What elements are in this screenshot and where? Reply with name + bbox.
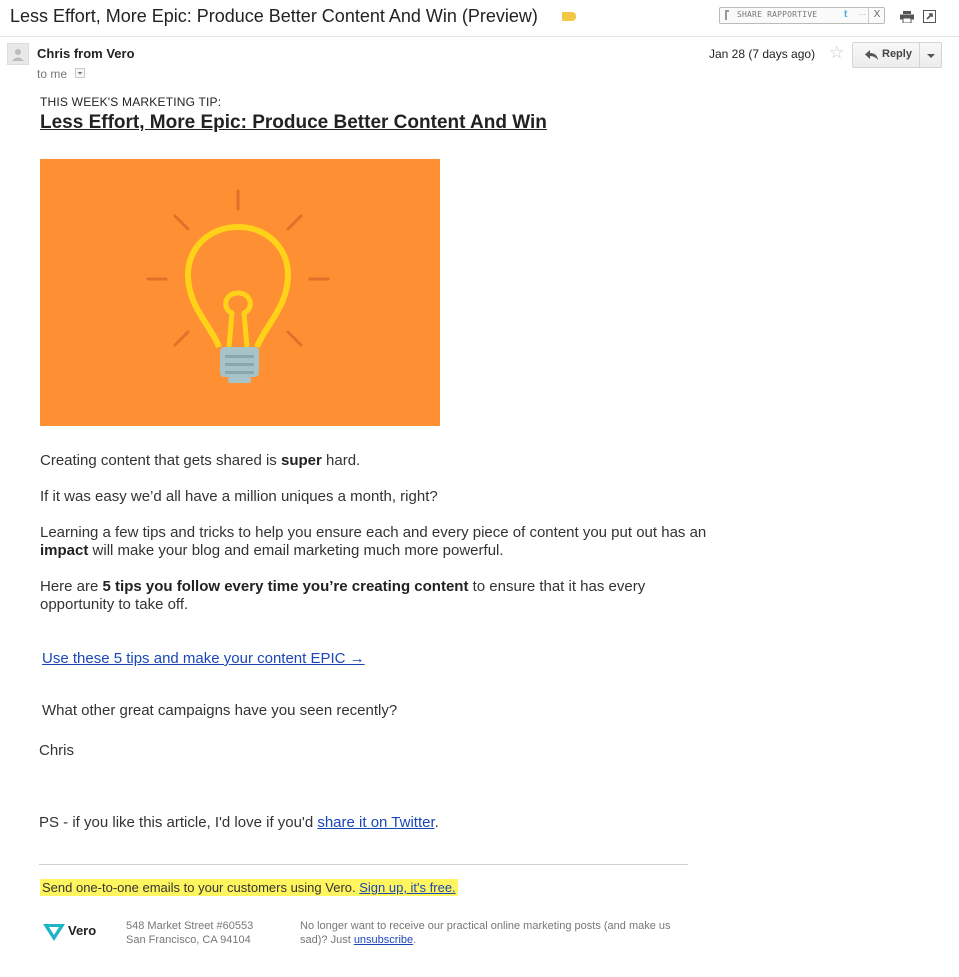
reply-arrow-icon [865,50,878,60]
paragraph-1-end: hard. [321,452,361,469]
signoff: Chris [39,742,75,759]
postscript: PS - if you like this article, I'd love … [39,814,439,831]
more-actions-button[interactable] [919,42,942,68]
question-text: What other great campaigns have you seen… [42,702,398,719]
chevron-down-icon [77,72,83,75]
divider [39,864,688,865]
hero-image [40,159,440,426]
paragraph-3: Learning a few tips and tricks to help y… [40,524,720,560]
paragraph-3-text: Learning a few tips and tricks to help y… [40,524,707,541]
email-subject: Less Effort, More Epic: Produce Better C… [10,6,538,26]
signup-link[interactable]: Sign up, it's free. [359,880,455,895]
star-icon[interactable]: ☆ [829,44,844,62]
subject-bar: Less Effort, More Epic: Produce Better C… [0,0,959,37]
rapportive-share-bar[interactable]: SHARE RAPPORTIVE t ... X [719,7,885,24]
postscript-end: . [434,814,439,831]
unsubscribe-end: . [413,934,417,946]
promo-banner: Send one-to-one emails to your customers… [40,879,458,896]
person-icon [12,49,24,61]
footer-address: 548 Market Street #60553 San Francisco, … [126,919,253,947]
paragraph-4-text: Here are [40,578,103,595]
rapportive-close-button[interactable]: X [868,8,885,23]
paragraph-4: Here are 5 tips you follow every time yo… [40,578,720,614]
share-twitter-link[interactable]: share it on Twitter [317,814,434,831]
lightbulb-icon [146,189,330,383]
label-tag-icon[interactable] [562,12,576,21]
popout-icon[interactable] [923,10,936,23]
promo-text: Send one-to-one emails to your customers… [42,880,360,895]
recipient-details-toggle[interactable] [75,68,85,78]
paragraph-2: If it was easy we’d all have a million u… [40,488,438,505]
chevron-down-icon [927,54,935,58]
twitter-icon[interactable]: t [844,9,847,20]
rapportive-more[interactable]: ... [859,8,866,17]
print-icon[interactable] [900,11,914,23]
email-headline[interactable]: Less Effort, More Epic: Produce Better C… [40,112,547,134]
address-line-2: San Francisco, CA 94104 [126,934,251,946]
rapportive-logo-icon [725,10,729,20]
reply-button[interactable]: Reply [852,42,920,68]
recipient-label: to me [37,67,68,81]
unsubscribe-link[interactable]: unsubscribe [354,934,413,946]
reply-label: Reply [882,48,912,60]
message-date: Jan 28 (7 days ago) [709,47,816,61]
sender-name[interactable]: Chris from Vero [37,46,135,61]
paragraph-1-emphasis: super [280,452,322,469]
address-line-1: 548 Market Street #60553 [126,920,254,932]
paragraph-1: Creating content that gets shared is sup… [40,452,720,470]
cta-link[interactable]: Use these 5 tips and make your content E… [42,650,365,667]
paragraph-3-emphasis: impact [40,542,89,559]
paragraph-3-end: will make your blog and email marketing … [88,542,504,559]
postscript-text: PS - if you like this article, I'd love … [39,814,318,831]
sender-avatar [7,43,29,65]
paragraph-4-emphasis: 5 tips you follow every time you’re crea… [102,578,469,595]
email-kicker: THIS WEEK'S MARKETING TIP: [40,95,222,109]
paragraph-1-text: Creating content that gets shared is [40,452,281,469]
rapportive-share-label[interactable]: SHARE RAPPORTIVE [737,10,817,19]
unsubscribe-notice: No longer want to receive our practical … [300,919,680,947]
vero-brand: Vero [68,923,97,938]
